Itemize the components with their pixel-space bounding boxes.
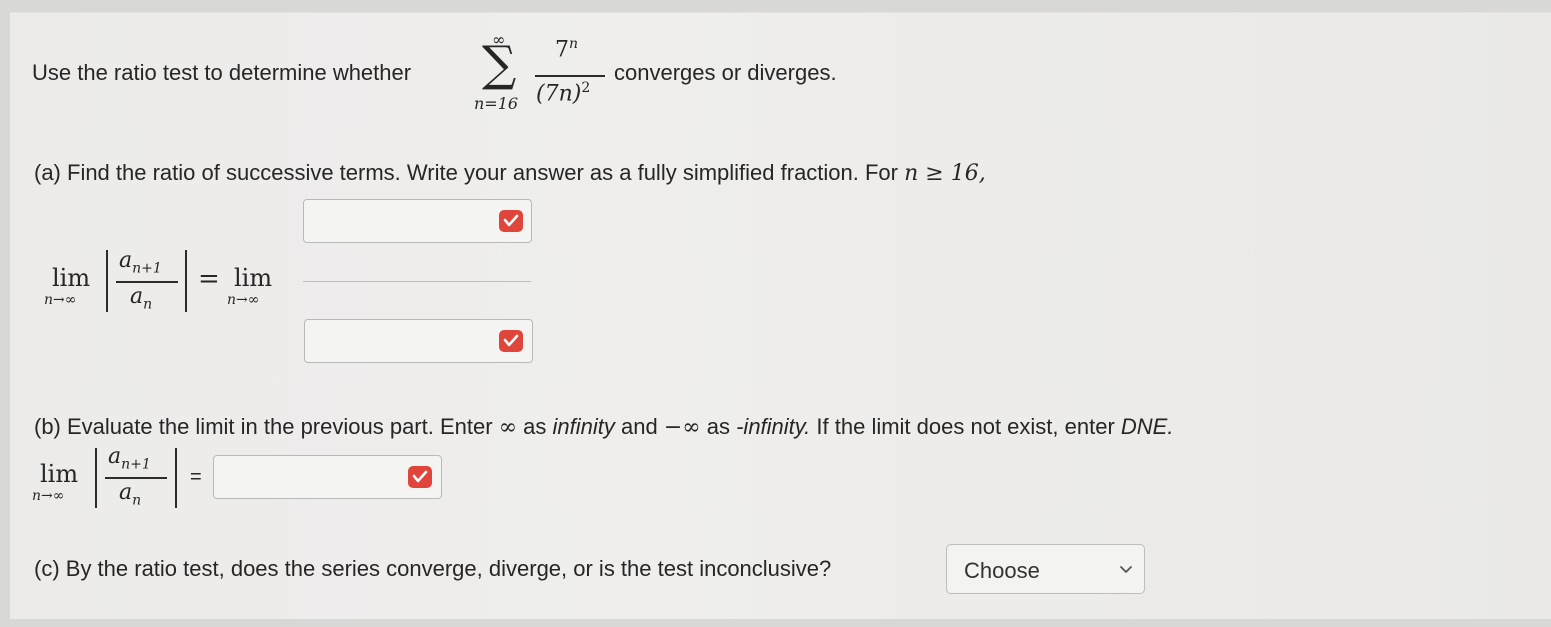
ratio-denominator: an — [130, 284, 153, 313]
equals-sign: = — [190, 466, 202, 488]
answer-fraction-bar — [303, 281, 531, 282]
ratio-numerator: an+1 — [119, 248, 162, 277]
check-icon[interactable] — [408, 466, 432, 488]
part-a-condition: n ≥ 16, — [904, 161, 986, 186]
abs-bar-right — [175, 448, 177, 508]
abs-bar-left — [95, 448, 97, 508]
ratio-bar — [105, 477, 167, 479]
lim-subscript-rhs: n→∞ — [227, 292, 260, 308]
lim-subscript: n→∞ — [32, 488, 65, 504]
question-intro: Use the ratio test to determine whether — [32, 60, 412, 85]
abs-bar-right — [185, 250, 187, 312]
abs-bar-left — [106, 250, 108, 312]
part-c-text: (c) By the ratio test, does the series c… — [34, 556, 832, 581]
ratio-numerator: an+1 — [108, 444, 151, 473]
part-b-limit-expression: lim n→∞ an+1 an = — [32, 444, 212, 514]
part-b-text: (b) Evaluate the limit in the previous p… — [34, 414, 1174, 440]
part-a-limit-expression: lim n→∞ an+1 an = lim n→∞ — [44, 248, 294, 318]
equals-sign: = — [198, 264, 220, 294]
converge-diverge-select[interactable]: Choose — [946, 544, 1145, 594]
fraction-bar — [535, 75, 605, 77]
limit-answer-input[interactable] — [213, 455, 442, 499]
sum-lower-limit: n=16 — [474, 94, 519, 113]
infinity-symbol: ∞ — [498, 415, 518, 440]
lim-subscript: n→∞ — [44, 292, 77, 308]
neg-infinity-symbol: −∞ — [663, 415, 701, 440]
fraction-numerator: 7n — [555, 36, 579, 63]
chevron-down-icon — [1119, 562, 1133, 580]
series-expression: ∞ ∑ n=16 7n (7n)2 — [472, 30, 612, 120]
lim-label: lim — [40, 460, 79, 488]
question-suffix: converges or diverges. — [614, 60, 837, 85]
sigma-symbol: ∑ — [482, 36, 517, 92]
denominator-input[interactable] — [304, 319, 533, 363]
select-value: Choose — [964, 558, 1040, 583]
lim-label-rhs: lim — [234, 264, 273, 292]
check-icon[interactable] — [499, 210, 523, 232]
numerator-input[interactable] — [303, 199, 532, 243]
fraction-denominator: (7n)2 — [536, 80, 591, 107]
ratio-denominator: an — [119, 480, 142, 509]
lim-label: lim — [52, 264, 91, 292]
part-a-text: (a) Find the ratio of successive terms. … — [34, 160, 986, 186]
ratio-bar — [116, 281, 178, 283]
check-icon[interactable] — [499, 330, 523, 352]
